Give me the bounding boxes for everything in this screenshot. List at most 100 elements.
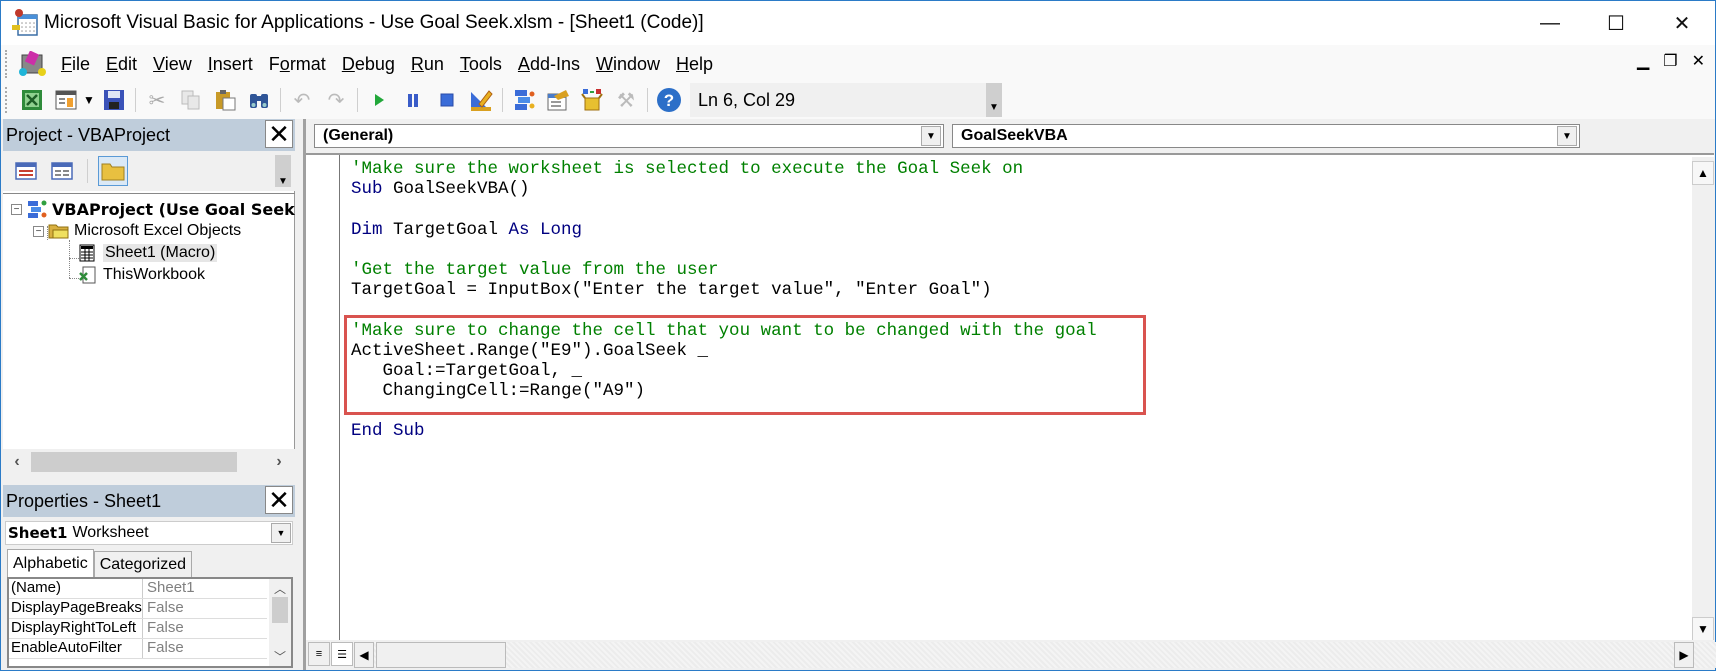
cut-button[interactable]: ✂	[142, 86, 172, 114]
project-horizontal-scrollbar[interactable]: ‹ ›	[3, 449, 295, 475]
toolbar-separator	[502, 88, 503, 112]
properties-vertical-scrollbar[interactable]: ︿ ﹀	[269, 579, 291, 666]
collapse-toggle[interactable]: −	[11, 203, 22, 215]
project-explorer-button[interactable]	[509, 86, 539, 114]
property-row[interactable]: DisplayRightToLeft False	[9, 619, 267, 639]
paste-button[interactable]	[210, 86, 240, 114]
project-panel-close-button[interactable]: ✕	[265, 120, 293, 148]
object-selector-dropdown[interactable]: Sheet1 Worksheet ▼	[5, 521, 293, 545]
scissors-icon: ✂	[148, 89, 166, 112]
code-line[interactable]: Dim TargetGoal As Long	[351, 220, 1097, 240]
scroll-right-arrow[interactable]: ›	[267, 449, 291, 475]
tools-icon: ⚒	[617, 89, 635, 112]
menu-view[interactable]: View	[145, 54, 200, 75]
menu-run[interactable]: Run	[403, 54, 452, 75]
menu-bar: File Edit View Insert Format Debug Run T…	[1, 45, 1715, 83]
menu-help[interactable]: Help	[668, 54, 721, 75]
maximize-button[interactable]: ☐	[1583, 1, 1649, 45]
save-button[interactable]	[99, 86, 129, 114]
tree-item-sheet1[interactable]: Sheet1 (Macro)	[77, 242, 218, 264]
code-line[interactable]: 'Get the target value from the user	[351, 260, 1097, 280]
code-editor[interactable]: 'Make sure the worksheet is selected to …	[306, 153, 1714, 642]
menu-tools[interactable]: Tools	[452, 54, 510, 75]
property-row[interactable]: DisplayPageBreaks False	[9, 599, 267, 619]
code-vertical-scrollbar[interactable]: ▲ ▼	[1692, 157, 1714, 642]
scroll-down-arrow[interactable]: ﹀	[269, 647, 291, 665]
tree-item-thisworkbook[interactable]: ThisWorkbook	[77, 264, 205, 286]
copy-icon	[181, 90, 200, 110]
properties-panel-close-button[interactable]: ✕	[265, 486, 293, 514]
run-button[interactable]	[364, 86, 394, 114]
tab-alphabetic[interactable]: Alphabetic	[7, 549, 94, 577]
break-button[interactable]	[398, 86, 428, 114]
property-row[interactable]: (Name) Sheet1	[9, 579, 267, 599]
menu-window[interactable]: Window	[588, 54, 668, 75]
project-panel-title-bar: Project - VBAProject ✕	[3, 119, 295, 151]
redo-button[interactable]: ↷	[321, 86, 351, 114]
vba-menu-icon[interactable]	[19, 50, 47, 77]
chevron-down-icon[interactable]: ▼	[271, 523, 291, 543]
reset-button[interactable]	[432, 86, 462, 114]
insert-userform-button[interactable]	[51, 86, 81, 114]
menubar-grip[interactable]	[5, 50, 9, 78]
scroll-right-arrow[interactable]: ▶	[1674, 642, 1694, 668]
menu-edit[interactable]: Edit	[98, 54, 145, 75]
view-object-icon	[51, 162, 73, 180]
properties-window-button[interactable]	[543, 86, 573, 114]
scroll-up-arrow[interactable]: ▲	[1692, 161, 1714, 185]
insert-dropdown-arrow[interactable]: ▼	[83, 93, 97, 107]
scroll-up-arrow[interactable]: ︿	[269, 579, 291, 597]
minimize-button[interactable]: —	[1517, 1, 1583, 45]
undo-button[interactable]: ↶	[287, 86, 317, 114]
toggle-folders-button[interactable]	[98, 156, 128, 186]
copy-button[interactable]	[176, 86, 206, 114]
project-toolbar-overflow[interactable]: ▼	[275, 155, 291, 187]
view-code-button[interactable]	[11, 156, 41, 186]
view-object-button[interactable]	[47, 156, 77, 186]
procedure-combo[interactable]: GoalSeekVBA ▼	[952, 124, 1580, 148]
scroll-down-arrow[interactable]: ▼	[1692, 617, 1714, 641]
mdi-restore-button[interactable]: ❐	[1663, 51, 1677, 71]
procedure-view-button[interactable]: ≡	[308, 642, 330, 666]
design-mode-button[interactable]	[466, 86, 496, 114]
chevron-down-icon[interactable]: ▼	[1557, 126, 1577, 146]
view-excel-button[interactable]	[17, 86, 47, 114]
object-browser-button[interactable]	[577, 86, 607, 114]
code-line[interactable]: TargetGoal = InputBox("Enter the target …	[351, 280, 1097, 300]
toolbox-button[interactable]: ⚒	[611, 86, 641, 114]
scroll-thumb[interactable]	[31, 452, 237, 472]
code-line[interactable]	[351, 199, 1097, 219]
scroll-thumb[interactable]	[376, 642, 506, 668]
scroll-thumb[interactable]	[272, 597, 288, 623]
close-button[interactable]: ✕	[1649, 1, 1715, 45]
code-horizontal-scrollbar[interactable]: ◀ ▶	[354, 642, 1716, 668]
project-explorer-icon	[515, 90, 535, 110]
scroll-left-arrow[interactable]: ‹	[5, 449, 29, 475]
full-module-view-button[interactable]: ☰	[331, 642, 353, 666]
code-line[interactable]: End Sub	[351, 421, 1097, 441]
menu-insert[interactable]: Insert	[200, 54, 261, 75]
margin-indicator-bar[interactable]	[306, 155, 340, 642]
collapse-toggle[interactable]: −	[33, 225, 44, 237]
menu-debug[interactable]: Debug	[334, 54, 403, 75]
tree-item-excel-objects[interactable]: − Microsoft Excel Objects	[33, 220, 241, 242]
object-combo[interactable]: (General) ▼	[314, 124, 944, 148]
menu-file[interactable]: File	[53, 54, 98, 75]
toolbar-overflow-button[interactable]: ▼	[986, 83, 1002, 117]
scroll-left-arrow[interactable]: ◀	[354, 642, 374, 668]
menu-format[interactable]: Format	[261, 54, 334, 75]
menu-add-ins[interactable]: Add-Ins	[510, 54, 588, 75]
tree-item-vbaproject[interactable]: − VBAProject (Use Goal Seek.xlsm)	[11, 198, 295, 220]
mdi-minimize-button[interactable]: ▁	[1637, 51, 1649, 71]
mdi-close-button[interactable]: ✕	[1692, 51, 1705, 71]
chevron-down-icon[interactable]: ▼	[921, 126, 941, 146]
code-line[interactable]: 'Make sure the worksheet is selected to …	[351, 159, 1097, 179]
tab-categorized[interactable]: Categorized	[93, 551, 192, 577]
code-line[interactable]	[351, 240, 1097, 260]
vbaproject-icon	[26, 199, 48, 219]
help-button[interactable]: ?	[654, 86, 684, 114]
property-row[interactable]: EnableAutoFilter False	[9, 639, 267, 659]
toolbar-grip[interactable]	[5, 87, 9, 113]
find-button[interactable]	[244, 86, 274, 114]
code-line[interactable]: Sub GoalSeekVBA()	[351, 179, 1097, 199]
